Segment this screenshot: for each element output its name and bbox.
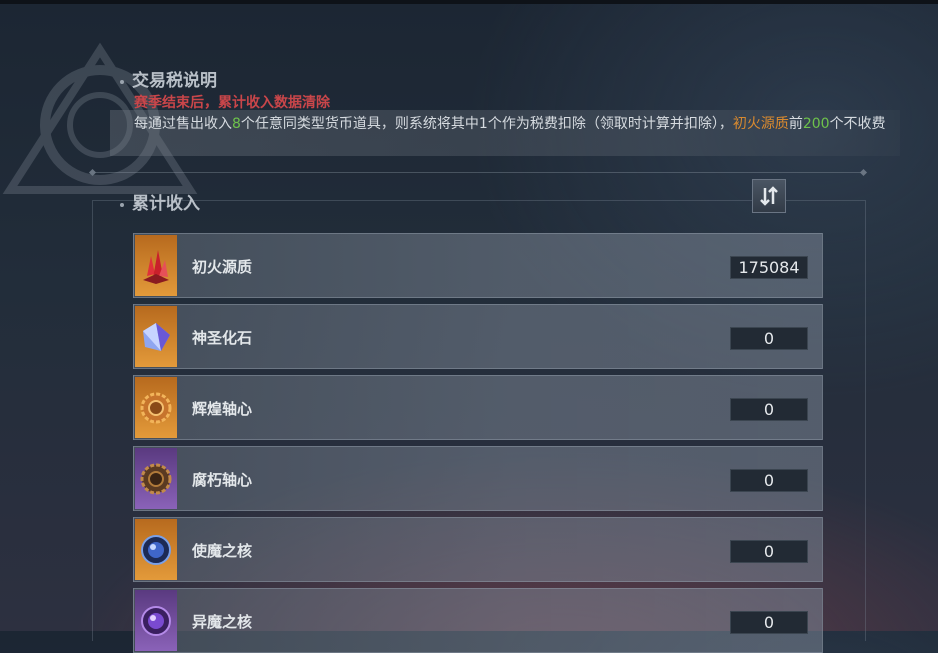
income-row-shimo: 使魔之核 0 [133,517,823,582]
bullet-icon [120,79,124,84]
item-icon-slot [135,235,177,296]
item-icon-slot [135,448,177,509]
swap-arrows-icon [760,186,778,206]
item-count: 175084 [730,256,808,279]
item-icon-slot [135,590,177,651]
income-row-fuxiu: 腐朽轴心 0 [133,446,823,511]
income-row-shensheng: 神圣化石 0 [133,304,823,369]
income-row-chuhuo: 初火源质 175084 [133,233,823,298]
purple-core-icon [141,605,171,636]
dark-gear-icon [140,463,172,494]
income-row-yimo: 异魔之核 0 [133,588,823,653]
red-crystal-icon [143,249,169,284]
item-icon-slot [135,306,177,367]
item-icon-slot [135,519,177,580]
season-warning: 赛季结束后，累计收入数据清除 [134,95,330,111]
section-divider [92,172,864,173]
item-count: 0 [730,469,808,492]
swap-sort-button[interactable] [752,179,786,213]
bullet-icon [120,202,124,207]
blue-gem-icon [143,322,170,351]
income-row-huihuang: 辉煌轴心 0 [133,375,823,440]
item-count: 0 [730,398,808,421]
tax-title: 交易税说明 [120,66,217,91]
income-title: 累计收入 [120,189,200,214]
blue-core-icon [141,534,171,565]
item-count: 0 [730,540,808,563]
item-icon-slot [135,377,177,438]
gold-gear-icon [140,392,172,423]
tax-info-text: 每通过售出收入8个任意同类型货币道具，则系统将其中1个作为税费扣除（领取时计算并… [134,116,886,132]
item-count: 0 [730,327,808,350]
top-bar [0,0,938,4]
